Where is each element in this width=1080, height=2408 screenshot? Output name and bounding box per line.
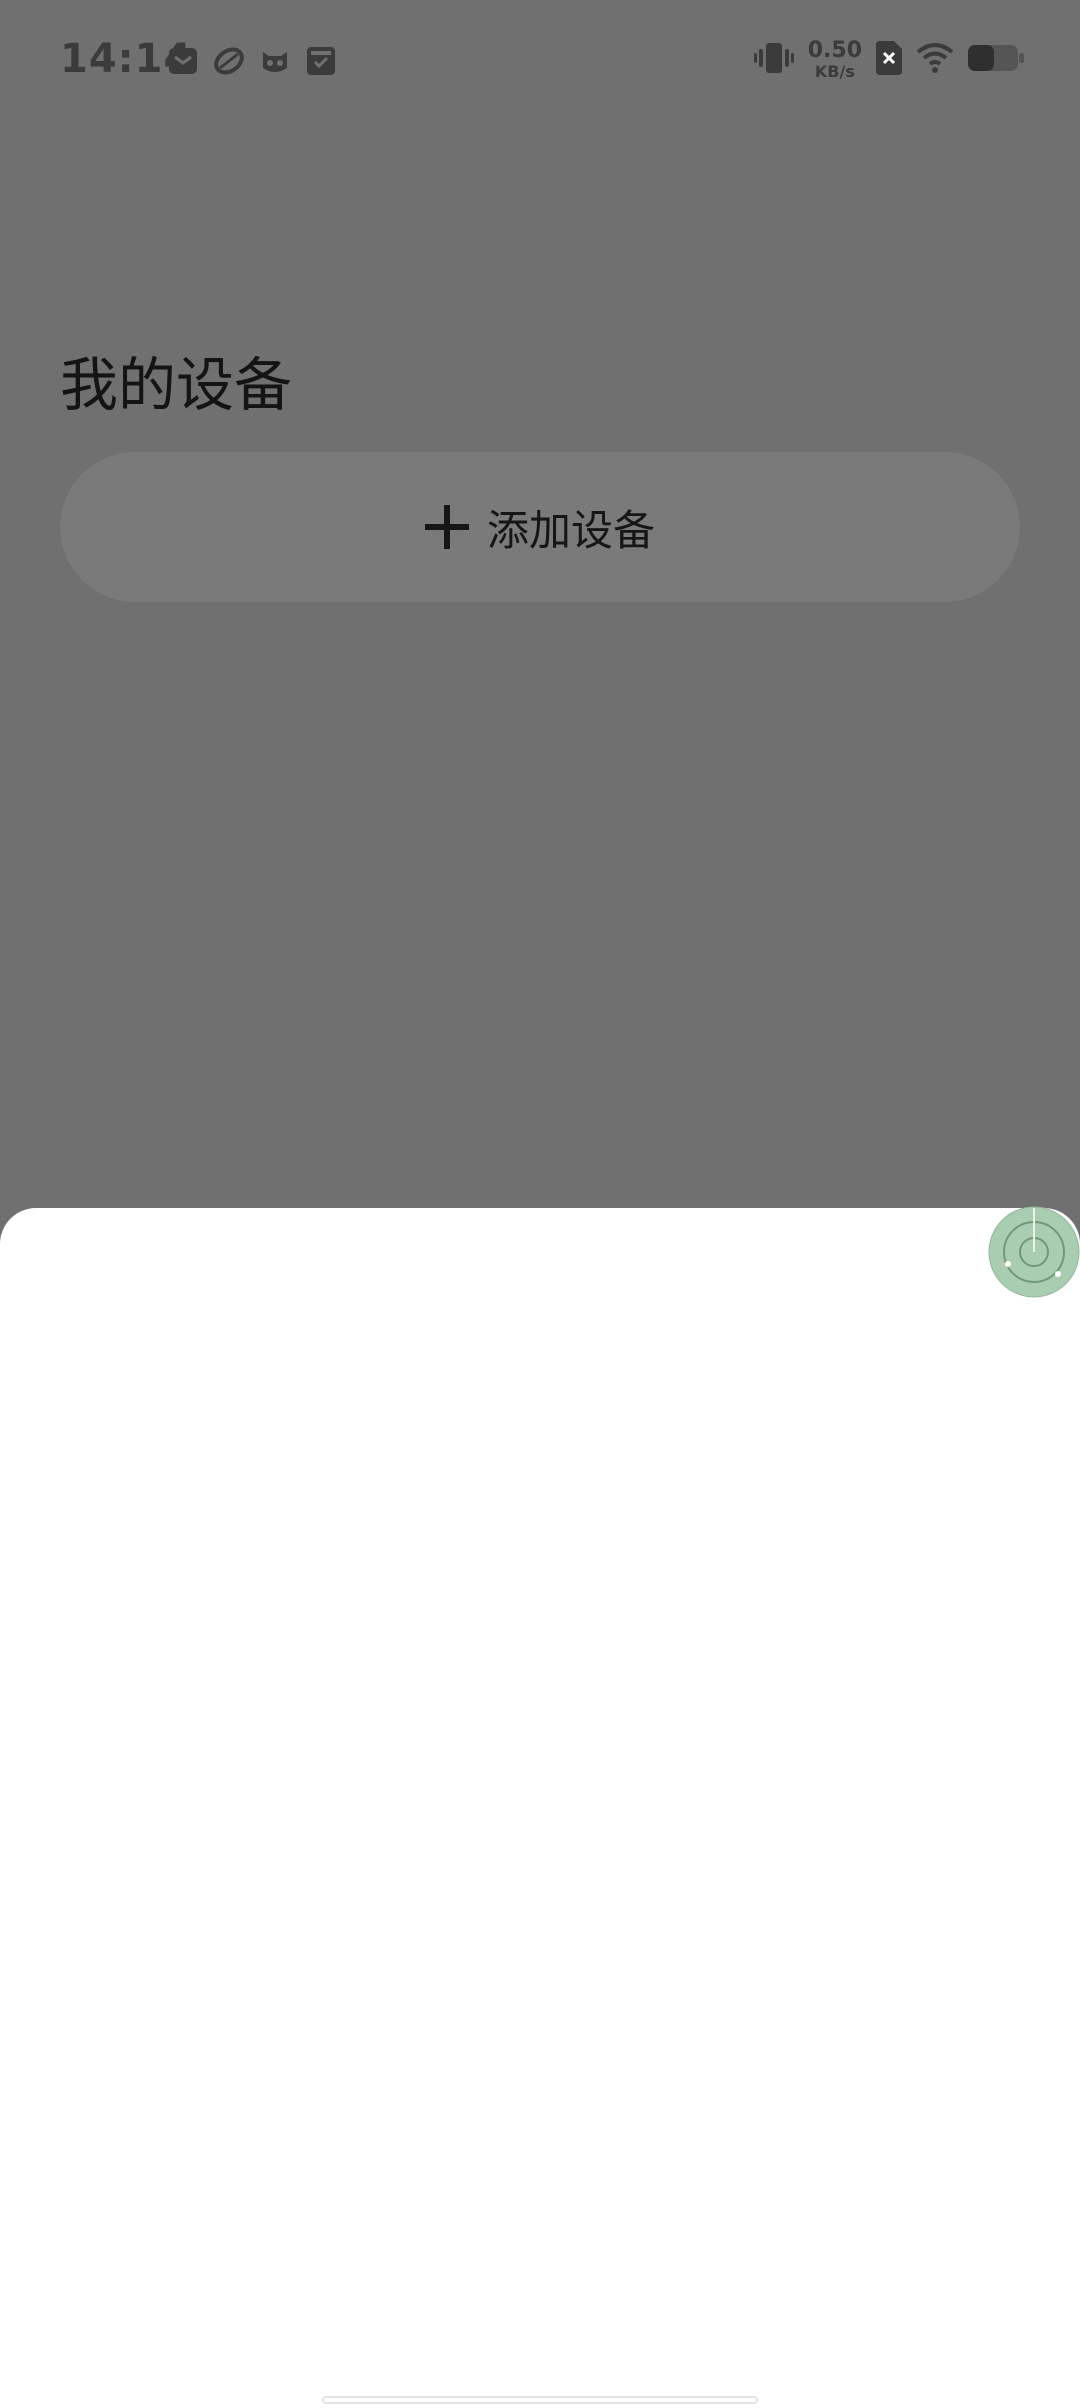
plus-icon bbox=[424, 505, 469, 549]
leaf-icon bbox=[214, 46, 244, 76]
radar-scan-icon[interactable] bbox=[988, 1206, 1080, 1298]
network-speed: 0.50 KB/s bbox=[808, 40, 862, 80]
battery-icon bbox=[968, 43, 1024, 77]
add-device-button[interactable]: 添加设备 bbox=[60, 452, 1020, 602]
inbox-icon bbox=[306, 46, 336, 76]
add-device-label: 添加设备 bbox=[486, 505, 655, 555]
home-indicator[interactable] bbox=[322, 2396, 758, 2404]
page-title: 我的设备 bbox=[60, 351, 293, 419]
sim-off-icon bbox=[876, 41, 902, 79]
network-speed-value: 0.50 bbox=[807, 38, 862, 63]
status-bar: 14:14 0.50 KB/s bbox=[0, 0, 1080, 130]
status-right-group: 0.50 KB/s bbox=[753, 40, 1024, 80]
cat-icon bbox=[260, 46, 290, 76]
vibrate-icon bbox=[753, 41, 794, 79]
network-speed-unit: KB/s bbox=[814, 62, 855, 81]
notification-icons bbox=[168, 46, 336, 76]
mail-icon bbox=[168, 46, 198, 76]
bottom-sheet bbox=[0, 1208, 1080, 2408]
wifi-icon bbox=[916, 42, 954, 78]
